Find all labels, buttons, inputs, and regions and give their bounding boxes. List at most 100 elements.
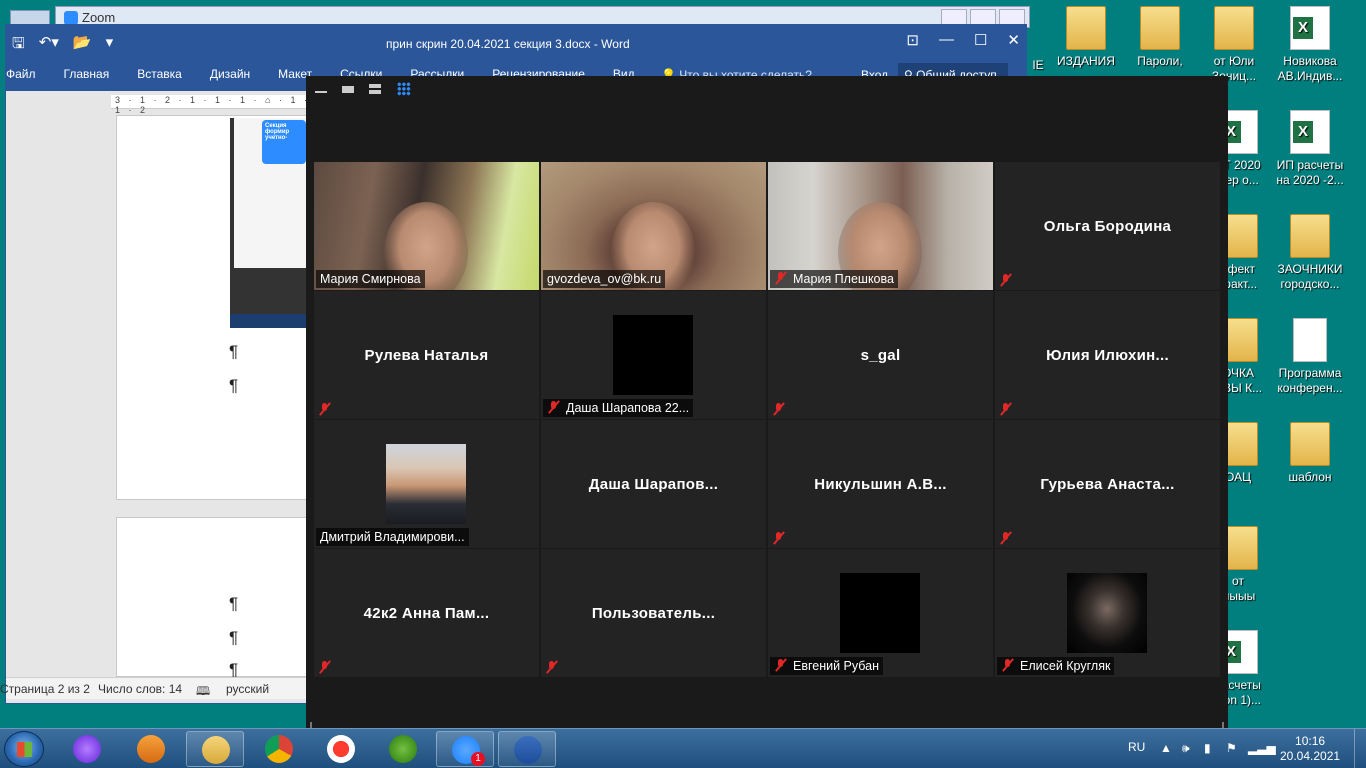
- participant-tile[interactable]: Елисей Кругляк: [995, 549, 1220, 677]
- participant-tile[interactable]: Дмитрий Владимирови...: [314, 420, 539, 548]
- taskbar-button-chrome[interactable]: [250, 731, 308, 767]
- desktop-icon[interactable]: ЗАОЧНИКИ городско...: [1270, 214, 1350, 292]
- participant-name-label: Евгений Рубан: [770, 657, 884, 675]
- desktop-icon[interactable]: Программа конферен...: [1270, 318, 1350, 396]
- start-button[interactable]: [4, 731, 44, 767]
- document-page-1[interactable]: Секция формир учетно- ¶ ¶: [116, 115, 312, 500]
- word-count[interactable]: Число слов: 14: [98, 682, 182, 696]
- clock[interactable]: 10:16 20.04.2021: [1280, 734, 1340, 764]
- taskbar-button-utorrent[interactable]: [374, 731, 432, 767]
- zoom-minimize-button[interactable]: [941, 9, 967, 25]
- participant-name-center: Пользователь...: [591, 604, 716, 622]
- show-hidden-icons-icon[interactable]: ▲: [1160, 741, 1174, 755]
- word-close-button[interactable]: ✕: [1007, 31, 1020, 49]
- taskbar-button-file-explorer[interactable]: [186, 731, 244, 767]
- participant-tile[interactable]: 42к2 Анна Пам...: [314, 549, 539, 677]
- quick-access-toolbar: 🖫 ↶▾ 📂 ▾: [12, 33, 113, 58]
- media-player-icon: [137, 735, 165, 763]
- language-indicator[interactable]: русский: [226, 682, 269, 696]
- muted-microphone-icon: [1001, 658, 1015, 672]
- minimize-view-icon[interactable]: [315, 84, 329, 96]
- embedded-screenshot-image[interactable]: Секция формир учетно-: [230, 118, 310, 328]
- participant-tile[interactable]: Гурьева Анаста...: [995, 420, 1220, 548]
- muted-microphone-icon: [772, 402, 786, 416]
- participant-tile[interactable]: Пользователь...: [541, 549, 766, 677]
- word-maximize-button[interactable]: ☐: [974, 31, 987, 49]
- device-icon[interactable]: ▮: [1204, 741, 1218, 755]
- zoom-app-icon: [64, 11, 78, 25]
- folder-icon: [1290, 422, 1330, 466]
- volume-icon[interactable]: 🕪: [1182, 741, 1196, 755]
- network-icon[interactable]: ▂▃▅: [1248, 741, 1276, 755]
- word-icon: [514, 736, 542, 764]
- ribbon-tab[interactable]: Главная: [50, 67, 124, 81]
- show-desktop-button[interactable]: [1354, 729, 1366, 768]
- participant-name: Евгений Рубан: [793, 659, 880, 673]
- save-icon[interactable]: 🖫: [12, 33, 25, 58]
- undo-icon[interactable]: ↶▾: [39, 33, 59, 58]
- document-page-2[interactable]: ¶ ¶ ¶: [116, 517, 312, 679]
- participant-name-label: gvozdeva_ov@bk.ru: [543, 270, 666, 288]
- participant-name-label: Мария Плешкова: [770, 270, 898, 288]
- desktop-icon[interactable]: от Юли Зониц...: [1194, 6, 1274, 84]
- participant-name: Елисей Кругляк: [1020, 659, 1111, 673]
- participant-tile[interactable]: Никульшин А.В...: [768, 420, 993, 548]
- desktop-icon[interactable]: шаблон: [1270, 422, 1350, 485]
- proofing-icon[interactable]: 🕮: [196, 682, 210, 703]
- excel-file-icon: [1290, 110, 1330, 154]
- desktop-icon-label: ИЗДАНИЯ: [1057, 54, 1115, 68]
- paragraph-mark: ¶: [229, 376, 239, 395]
- participant-tile[interactable]: Юлия Илюхин...: [995, 291, 1220, 419]
- desktop-icon-label-line2: АВ.Индив...: [1277, 69, 1343, 83]
- desktop-icon[interactable]: Пароли,: [1120, 6, 1200, 69]
- participant-tile[interactable]: Мария Плешкова: [768, 162, 993, 290]
- ribbon-tab[interactable]: Вставка: [123, 67, 196, 81]
- speaker-view-icon[interactable]: [342, 84, 356, 96]
- participant-name-label: Елисей Кругляк: [997, 657, 1115, 675]
- desktop-icon[interactable]: НовиковаАВ.Индив...: [1270, 6, 1350, 84]
- muted-microphone-icon: [318, 660, 332, 674]
- flag-icon[interactable]: ⚑: [1226, 741, 1240, 755]
- input-language[interactable]: RU: [1128, 740, 1145, 754]
- word-minimize-button[interactable]: —: [939, 31, 954, 49]
- participant-name-center: Даша Шарапов...: [588, 475, 719, 493]
- desktop-icon-label: шаблон: [1288, 470, 1332, 484]
- ribbon-tab[interactable]: Файл: [6, 67, 50, 81]
- word-window-controls: ⊡ — ☐ ✕: [906, 31, 1020, 49]
- desktop-icon[interactable]: ИЗДАНИЯ: [1046, 6, 1126, 69]
- taskbar-button-word[interactable]: [498, 731, 556, 767]
- taskbar-button-zoom[interactable]: 1: [436, 731, 494, 767]
- ribbon-tab[interactable]: Дизайн: [196, 67, 264, 81]
- participant-tile[interactable]: Евгений Рубан: [768, 549, 993, 677]
- participant-tile[interactable]: s_gal: [768, 291, 993, 419]
- taskbar-button-alice[interactable]: [58, 731, 116, 767]
- customize-qat-icon[interactable]: ▾: [106, 33, 114, 58]
- excel-file-icon: [1290, 6, 1330, 50]
- participant-tile[interactable]: Даша Шарапов...: [541, 420, 766, 548]
- horizontal-ruler[interactable]: 3 · 1 · 2 · 1 · 1 · 1 · ⌂ · 1 · 1 · 2: [111, 95, 311, 115]
- yandex-browser-icon: [327, 735, 355, 763]
- muted-microphone-icon: [999, 531, 1013, 545]
- paragraph-mark: ¶: [229, 594, 239, 613]
- embedded-screenshot-taskbar: [230, 314, 310, 328]
- taskbar-button-yandex-browser[interactable]: [312, 731, 370, 767]
- participant-name-center: s_gal: [860, 346, 901, 364]
- zoom-maximize-button[interactable]: [970, 9, 996, 25]
- participant-tile[interactable]: Рулева Наталья: [314, 291, 539, 419]
- strip-view-icon[interactable]: [369, 84, 383, 96]
- paragraph-mark: ¶: [229, 628, 239, 647]
- participant-tile[interactable]: gvozdeva_ov@bk.ru: [541, 162, 766, 290]
- muted-microphone-icon: [772, 531, 786, 545]
- page-count[interactable]: Страница 2 из 2: [0, 682, 90, 696]
- open-folder-icon[interactable]: 📂: [73, 33, 92, 58]
- taskbar-button-media-player[interactable]: [122, 731, 180, 767]
- gallery-view-icon[interactable]: [397, 82, 411, 96]
- participant-tile[interactable]: Даша Шарапова 22...: [541, 291, 766, 419]
- participant-tile[interactable]: Мария Смирнова: [314, 162, 539, 290]
- participant-tile[interactable]: Ольга Бородина: [995, 162, 1220, 290]
- desktop-icon[interactable]: ИП расчетына 2020 -2...: [1270, 110, 1350, 188]
- folder-icon: [1140, 6, 1180, 50]
- ribbon-display-icon[interactable]: ⊡: [906, 31, 919, 49]
- folder-icon: [1066, 6, 1106, 50]
- zoom-close-button[interactable]: [999, 9, 1025, 25]
